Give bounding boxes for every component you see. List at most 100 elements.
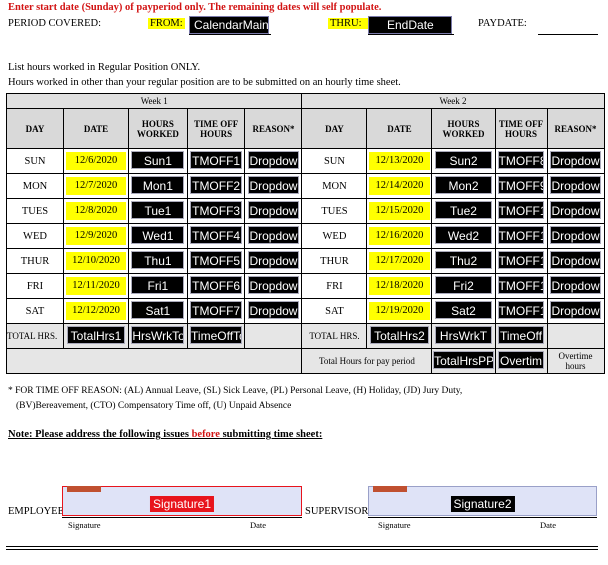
hours-worked-field[interactable]: Sat1 — [131, 300, 185, 319]
hours-worked-field[interactable]: Wed2 — [434, 225, 493, 244]
time-off-hours-field[interactable]: TMOFF5 — [190, 250, 243, 269]
week2-hours-cell: Thu2 — [431, 248, 496, 274]
date-field[interactable]: 12/14/2020 — [369, 177, 430, 195]
hrs-worked-total-week2-field[interactable]: HrsWrkT — [434, 325, 493, 344]
reason-dropdown[interactable]: Dropdow — [549, 275, 602, 294]
week1-reason-cell: Dropdow — [244, 148, 303, 174]
date-field[interactable]: 12/6/2020 — [65, 152, 127, 170]
empty-cell — [5, 348, 303, 374]
time-off-total-week2-field[interactable]: TimeOff — [497, 325, 545, 344]
reason-dropdown[interactable]: Dropdow — [549, 175, 602, 194]
date-field[interactable]: 12/16/2020 — [369, 227, 430, 245]
week2-hours-cell: Tue2 — [431, 198, 496, 224]
col-time-off-hours: TIME OFF HOURS — [494, 108, 548, 149]
week1-reason-cell: Dropdow — [244, 273, 303, 299]
time-off-hours-field[interactable]: TMOFF7 — [190, 300, 243, 319]
hours-worked-field[interactable]: Sun1 — [131, 150, 185, 169]
thru-date-field[interactable]: EndDate — [368, 16, 452, 34]
hours-worked-field[interactable]: Tue1 — [131, 200, 185, 219]
paydate-underline[interactable] — [538, 34, 598, 35]
date-field[interactable]: 12/8/2020 — [65, 202, 127, 220]
hours-worked-field[interactable]: Mon1 — [131, 175, 185, 194]
date-field[interactable]: 12/17/2020 — [369, 252, 430, 270]
paydate-label: PAYDATE: — [478, 18, 527, 29]
hours-worked-field[interactable]: Thu2 — [434, 250, 493, 269]
time-off-hours-field[interactable]: TMOFF6 — [190, 275, 243, 294]
hours-worked-field[interactable]: Wed1 — [131, 225, 185, 244]
total-hrs-week1-field[interactable]: TotalHrs1 — [66, 325, 126, 344]
hours-worked-field[interactable]: Tue2 — [434, 200, 493, 219]
week2-reason-cell: Dropdow — [546, 148, 605, 174]
hours-worked-field[interactable]: Sun2 — [434, 150, 493, 169]
week2-date-cell: 12/19/2020 — [366, 298, 433, 324]
date-field[interactable]: 12/15/2020 — [369, 202, 430, 220]
reason-dropdown[interactable]: Dropdow — [247, 250, 300, 269]
date-field[interactable]: 12/13/2020 — [369, 152, 430, 170]
supervisor-signature-field[interactable]: Signature2 — [368, 486, 597, 516]
col-date: DATE — [63, 108, 129, 149]
total-pay-period-field[interactable]: TotalHrsPP — [433, 350, 494, 369]
time-off-total-week1-field[interactable]: TimeOffTo — [190, 325, 243, 344]
hrs-worked-total-week1-field[interactable]: HrsWrkTot — [131, 325, 185, 344]
week1-timeoff-cell: TMOFF1 — [186, 148, 246, 174]
time-off-hours-field[interactable]: TMOFF4 — [190, 225, 243, 244]
hours-worked-field[interactable]: Fri2 — [434, 275, 493, 294]
employee-signature-field[interactable]: Signature1 — [62, 486, 302, 516]
week2-reason-cell: Dropdow — [546, 223, 605, 249]
hours-worked-field[interactable]: Sat2 — [434, 300, 493, 319]
reason-dropdown[interactable]: Dropdow — [549, 150, 602, 169]
week1-reason-cell: Dropdow — [244, 248, 303, 274]
week2-reason-cell: Dropdow — [546, 173, 605, 199]
date-field[interactable]: 12/9/2020 — [65, 227, 127, 245]
total-hrs-week2-field[interactable]: TotalHrs2 — [370, 325, 429, 344]
date-field[interactable]: 12/11/2020 — [65, 277, 127, 295]
week2-reason-cell: Dropdow — [546, 298, 605, 324]
reason-dropdown[interactable]: Dropdow — [247, 175, 300, 194]
supervisor-signature-line — [368, 517, 597, 518]
reason-dropdown[interactable]: Dropdow — [247, 225, 300, 244]
col-reason: REASON* — [546, 108, 605, 149]
week1-date-cell: 12/10/2020 — [63, 248, 129, 274]
date-field[interactable]: 12/19/2020 — [369, 302, 430, 320]
overtime-hours-field[interactable]: Overtim — [497, 350, 545, 369]
day-label: FRI — [301, 273, 368, 299]
reason-dropdown[interactable]: Dropdow — [247, 200, 300, 219]
col-reason: REASON* — [244, 108, 303, 149]
col-day: DAY — [301, 108, 368, 149]
reason-dropdown[interactable]: Dropdow — [247, 275, 300, 294]
date-field[interactable]: 12/10/2020 — [65, 252, 127, 270]
time-off-hours-field[interactable]: TMOFF3 — [190, 200, 243, 219]
time-off-hours-field[interactable]: TMOFF2 — [190, 175, 243, 194]
total-hrs-label-week1: TOTAL HRS. — [6, 323, 64, 349]
reason-dropdown[interactable]: Dropdow — [549, 225, 602, 244]
period-covered-label: PERIOD COVERED: — [8, 18, 102, 29]
date-field[interactable]: 12/12/2020 — [65, 302, 127, 320]
reason-dropdown[interactable]: Dropdow — [549, 250, 602, 269]
time-off-hours-field[interactable]: TMOFF1 — [190, 150, 243, 169]
hours-worked-field[interactable]: Thu1 — [131, 250, 185, 269]
reason-dropdown[interactable]: Dropdow — [549, 300, 602, 319]
hours-worked-field[interactable]: Mon2 — [434, 175, 493, 194]
time-off-hours-field[interactable]: TMOFF9 — [497, 175, 545, 194]
from-date-field[interactable]: CalendarMain — [189, 16, 269, 34]
time-off-hours-field[interactable]: TMOFF1 — [497, 200, 545, 219]
week1-timeoff-cell: TMOFF6 — [186, 273, 246, 299]
date-field[interactable]: 12/7/2020 — [65, 177, 127, 195]
reason-dropdown[interactable]: Dropdow — [247, 300, 300, 319]
reason-dropdown[interactable]: Dropdow — [549, 200, 602, 219]
week2-reason-cell: Dropdow — [546, 198, 605, 224]
time-off-hours-field[interactable]: TMOFF1 — [497, 275, 545, 294]
time-off-hours-field[interactable]: TMOFF8 — [497, 150, 545, 169]
day-label: MON — [6, 173, 64, 199]
reason-dropdown[interactable]: Dropdow — [247, 150, 300, 169]
day-label: THUR — [6, 248, 64, 274]
time-off-hours-field[interactable]: TMOFF1 — [497, 300, 545, 319]
time-off-hours-field[interactable]: TMOFF1 — [497, 250, 545, 269]
week2-timeoff-cell: TMOFF1 — [494, 248, 548, 274]
supervisor-signature-caption: Signature — [378, 520, 411, 530]
week1-timeoff-cell: TMOFF2 — [186, 173, 246, 199]
col-time-off-hours: TIME OFF HOURS — [186, 108, 246, 149]
time-off-hours-field[interactable]: TMOFF1 — [497, 225, 545, 244]
date-field[interactable]: 12/18/2020 — [369, 277, 430, 295]
hours-worked-field[interactable]: Fri1 — [131, 275, 185, 294]
